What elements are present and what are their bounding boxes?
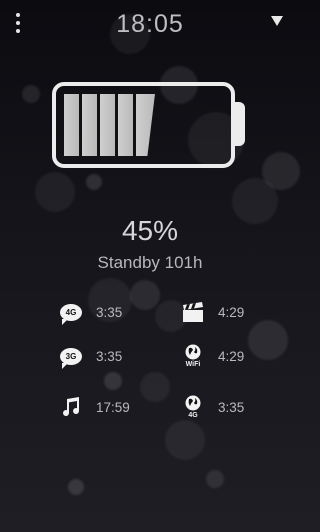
battery-cell — [82, 94, 97, 156]
bokeh-dot — [165, 420, 205, 460]
usage-value: 3:35 — [96, 304, 123, 320]
usage-value: 17:59 — [96, 399, 130, 415]
usage-3g-talk: 3G 3:35 — [58, 342, 122, 370]
usage-music: 17:59 — [58, 393, 130, 421]
usage-value: 3:35 — [218, 399, 245, 415]
top-bar: 18:05 — [0, 0, 300, 50]
dropdown-arrow-icon[interactable] — [271, 16, 283, 26]
battery-graphic — [52, 82, 235, 168]
bokeh-dot — [206, 470, 224, 488]
bokeh-dot — [22, 85, 40, 103]
battery-cell — [118, 94, 133, 156]
bokeh-dot — [104, 372, 122, 390]
clapperboard-icon — [183, 302, 203, 322]
usage-value: 4:29 — [218, 304, 245, 320]
bokeh-dot — [86, 174, 102, 190]
usage-wifi-web: WiFi 4:29 — [180, 342, 244, 370]
chat-3g-icon: 3G — [60, 347, 82, 369]
globe-badge: WiFi — [185, 361, 201, 368]
music-note-icon — [63, 397, 80, 417]
bokeh-dot — [140, 372, 170, 402]
battery-percent: 45% — [121, 215, 179, 246]
globe-badge: 4G — [188, 412, 198, 419]
bokeh-dot — [248, 320, 288, 360]
usage-value: 3:35 — [96, 348, 123, 364]
clock-time: 18:05 — [116, 10, 184, 38]
bokeh-dot — [130, 280, 160, 310]
battery-cell-partial — [136, 94, 155, 156]
battery-cell — [64, 94, 79, 156]
bokeh-dot — [68, 479, 84, 495]
battery-cell — [100, 94, 115, 156]
chat-4g-icon: 4G — [60, 303, 82, 325]
usage-4g-talk: 4G 3:35 — [58, 298, 122, 326]
usage-video: 4:29 — [180, 298, 244, 326]
globe-wifi-icon: WiFi — [185, 344, 201, 368]
standby-time: Standby 101h — [97, 253, 203, 272]
usage-4g-web: 4G 3:35 — [180, 393, 244, 421]
bokeh-dot — [35, 172, 75, 212]
battery-tip — [235, 102, 245, 146]
globe-4g-icon: 4G — [185, 395, 201, 419]
usage-value: 4:29 — [218, 348, 245, 364]
